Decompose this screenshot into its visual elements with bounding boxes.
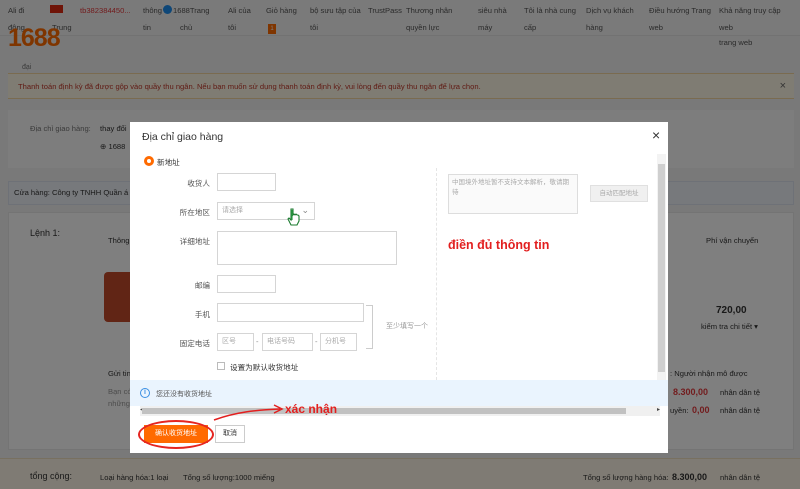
annotation-arrow <box>213 404 284 421</box>
hand-pointer-icon <box>287 208 300 226</box>
